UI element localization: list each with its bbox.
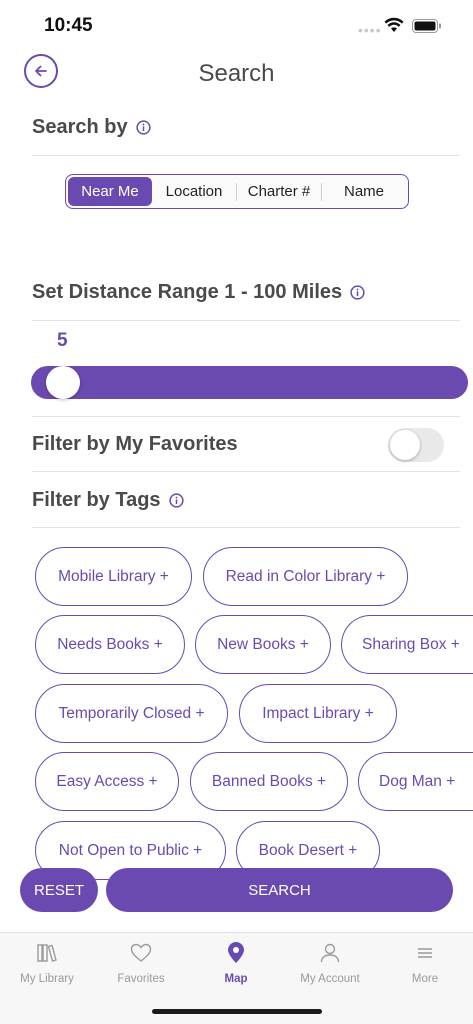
segment-name[interactable]: Name (322, 177, 406, 206)
tab-label: My Account (300, 973, 360, 985)
tab-more[interactable]: More (378, 941, 472, 985)
search-by-label: Search by (32, 116, 151, 139)
home-indicator (152, 1009, 322, 1014)
distance-slider-thumb[interactable] (46, 366, 80, 399)
status-time: 10:45 (44, 15, 93, 36)
tab-favorites[interactable]: Favorites (94, 941, 188, 985)
divider (32, 416, 460, 417)
status-bar: 10:45 •••• (0, 0, 473, 52)
tags-text: Filter by Tags (32, 489, 161, 511)
tag-new-books[interactable]: New Books + (195, 615, 331, 674)
divider (32, 320, 460, 321)
divider (32, 527, 460, 528)
tag-sharing-box[interactable]: Sharing Box + (341, 615, 473, 674)
favorites-toggle-knob[interactable] (390, 430, 420, 460)
battery-icon (412, 19, 441, 33)
divider (32, 155, 460, 156)
info-icon[interactable] (350, 285, 365, 300)
tags-label: Filter by Tags (32, 489, 184, 512)
wifi-icon (384, 17, 404, 32)
info-icon[interactable] (168, 493, 184, 508)
distance-slider[interactable] (31, 366, 468, 399)
tab-my-library[interactable]: My Library (0, 941, 94, 985)
tag-easy-access[interactable]: Easy Access + (35, 752, 179, 811)
segment-near-me[interactable]: Near Me (68, 177, 152, 206)
page-title: Search (198, 60, 275, 87)
distance-label: Set Distance Range 1 - 100 Miles (32, 281, 365, 304)
search-by-text: Search by (32, 116, 128, 138)
tab-label: Map (224, 973, 248, 985)
info-icon[interactable] (135, 120, 151, 135)
distance-value: 5 (57, 330, 68, 351)
favorites-text: Filter by My Favorites (32, 433, 238, 455)
tag-dog-man[interactable]: Dog Man + (358, 752, 473, 811)
tag-needs-books[interactable]: Needs Books + (35, 615, 185, 674)
tab-my-account[interactable]: My Account (283, 941, 377, 985)
menu-icon (418, 948, 432, 958)
favorites-label: Filter by My Favorites (32, 433, 238, 456)
tab-label: More (411, 973, 439, 985)
tab-label: Favorites (117, 973, 165, 985)
search-button[interactable]: SEARCH (106, 868, 453, 912)
distance-text: Set Distance Range 1 - 100 Miles (32, 281, 343, 303)
heart-icon (130, 943, 152, 962)
segment-location[interactable]: Location (152, 177, 236, 206)
divider (32, 471, 460, 472)
tab-label: My Library (20, 973, 74, 985)
tag-banned-books[interactable]: Banned Books + (190, 752, 348, 811)
tag-impact-library[interactable]: Impact Library + (239, 684, 397, 743)
signal-dots-icon: •••• (358, 22, 382, 38)
person-icon (320, 943, 340, 963)
tag-temporarily-closed[interactable]: Temporarily Closed + (35, 684, 228, 743)
map-pin-icon (228, 942, 244, 963)
tag-read-in-color-library[interactable]: Read in Color Library + (203, 547, 408, 606)
segment-charter[interactable]: Charter # (237, 177, 321, 206)
search-by-segmented-control: Near Me Location Charter # Name (65, 174, 409, 209)
tab-map[interactable]: Map (189, 941, 283, 985)
tag-mobile-library[interactable]: Mobile Library + (35, 547, 192, 606)
books-icon (37, 944, 57, 962)
reset-button[interactable]: RESET (20, 868, 98, 912)
